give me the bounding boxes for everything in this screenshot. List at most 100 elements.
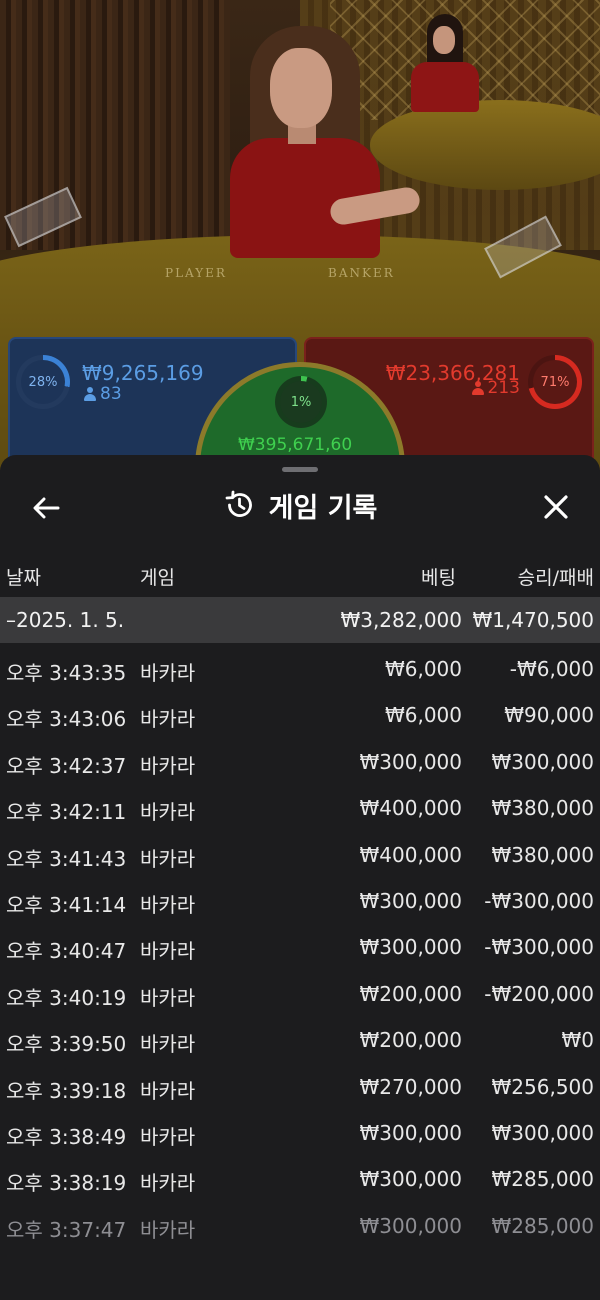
- row-time: 오후 3:43:06: [6, 707, 127, 732]
- column-bet: 베팅: [421, 567, 456, 589]
- column-result: 승리/패배: [517, 567, 594, 589]
- row-result: ₩0: [561, 1028, 595, 1053]
- person-icon: [84, 387, 96, 401]
- player-bettor-count: 83: [84, 384, 122, 404]
- column-date: 날짜: [6, 567, 41, 589]
- history-row[interactable]: 오후 3:41:43 바카라 ₩400,000 ₩380,000: [0, 832, 600, 878]
- row-bet: ₩300,000: [359, 1120, 462, 1145]
- row-time: 오후 3:41:14: [6, 892, 127, 917]
- row-result: ₩380,000: [491, 842, 594, 867]
- row-game: 바카라: [140, 1078, 196, 1103]
- date-group-row[interactable]: –2025. 1. 5. ₩3,282,000 ₩1,470,500: [0, 597, 600, 643]
- row-time: 오후 3:40:19: [6, 985, 127, 1010]
- history-row[interactable]: 오후 3:41:14 바카라 ₩300,000 -₩300,000: [0, 878, 600, 924]
- row-game: 바카라: [140, 985, 196, 1010]
- row-result: ₩285,000: [491, 1213, 594, 1238]
- person-icon: [471, 381, 484, 395]
- banker-count-value: 213: [487, 378, 520, 398]
- row-game: 바카라: [140, 800, 196, 825]
- felt-label-player: PLAYER: [165, 266, 227, 280]
- history-row[interactable]: 오후 3:37:47 바카라 ₩300,000 ₩285,000: [0, 1203, 600, 1249]
- row-bet: ₩400,000: [359, 796, 462, 821]
- history-row[interactable]: 오후 3:42:11 바카라 ₩400,000 ₩380,000: [0, 785, 600, 831]
- row-result: ₩90,000: [504, 703, 594, 728]
- row-time: 오후 3:38:19: [6, 1171, 127, 1196]
- dealer: [200, 18, 430, 258]
- row-result: ₩285,000: [491, 1167, 594, 1192]
- history-row[interactable]: 오후 3:40:47 바카라 ₩300,000 -₩300,000: [0, 924, 600, 970]
- drag-handle[interactable]: [282, 467, 318, 472]
- history-clock-icon: [225, 490, 252, 517]
- row-time: 오후 3:41:43: [6, 846, 127, 871]
- history-row[interactable]: 오후 3:39:50 바카라 ₩200,000 ₩0: [0, 1017, 600, 1063]
- row-game: 바카라: [140, 753, 196, 778]
- history-row[interactable]: 오후 3:39:18 바카라 ₩270,000 ₩256,500: [0, 1064, 600, 1110]
- table-header: 날짜 게임 베팅 승리/패배: [0, 555, 600, 595]
- history-list: 오후 3:43:35 바카라 ₩6,000 -₩6,000 오후 3:43:06 바카라 ₩…: [0, 646, 600, 1249]
- row-game: 바카라: [140, 1217, 196, 1242]
- row-time: 오후 3:42:11: [6, 800, 127, 825]
- close-button[interactable]: [536, 487, 576, 527]
- date-group-bet-total: ₩3,282,000: [340, 608, 462, 632]
- row-game: 바카라: [140, 1171, 196, 1196]
- row-game: 바카라: [140, 1032, 196, 1057]
- sheet-title: 게임 기록: [268, 492, 378, 524]
- row-game: 바카라: [140, 846, 196, 871]
- row-bet: ₩300,000: [359, 935, 462, 960]
- row-bet: ₩400,000: [359, 842, 462, 867]
- row-bet: ₩200,000: [359, 1028, 462, 1053]
- row-bet: ₩6,000: [384, 703, 462, 728]
- row-bet: ₩300,000: [359, 1167, 462, 1192]
- row-bet: ₩200,000: [359, 981, 462, 1006]
- game-history-sheet: 게임 기록 날짜 게임 베팅 승리/패배 –2025. 1. 5. ₩3,282…: [0, 455, 600, 1300]
- row-game: 바카라: [140, 1124, 196, 1149]
- row-game: 바카라: [140, 939, 196, 964]
- close-x-icon: [544, 495, 568, 519]
- history-row[interactable]: 오후 3:42:37 바카라 ₩300,000 ₩300,000: [0, 739, 600, 785]
- row-bet: ₩300,000: [359, 749, 462, 774]
- row-result: ₩380,000: [491, 796, 594, 821]
- row-result: ₩300,000: [491, 749, 594, 774]
- history-row[interactable]: 오후 3:40:19 바카라 ₩200,000 -₩200,000: [0, 971, 600, 1017]
- row-bet: ₩6,000: [384, 657, 462, 681]
- date-group-date: –2025. 1. 5.: [6, 608, 125, 632]
- player-bet-amount: ₩9,265,169: [82, 361, 204, 385]
- row-time: 오후 3:42:37: [6, 753, 127, 778]
- bet-distribution: 28% ₩9,265,169 83 1% ₩395,671,60 ₩23,366…: [0, 335, 600, 502]
- row-result: ₩300,000: [491, 1120, 594, 1145]
- row-game: 바카라: [140, 892, 196, 917]
- player-percent: 28%: [21, 360, 65, 404]
- row-result: ₩256,500: [491, 1074, 594, 1099]
- row-result: -₩300,000: [484, 888, 594, 913]
- player-count-value: 83: [100, 384, 122, 404]
- tie-bet-amount: ₩395,671,60: [238, 435, 353, 455]
- tie-percent-ring: 1%: [275, 376, 327, 428]
- history-row[interactable]: 오후 3:43:06 바카라 ₩6,000 ₩90,000: [0, 692, 600, 738]
- history-row[interactable]: 오후 3:38:19 바카라 ₩300,000 ₩285,000: [0, 1156, 600, 1202]
- row-bet: ₩300,000: [359, 888, 462, 913]
- row-time: 오후 3:39:18: [6, 1078, 127, 1103]
- row-time: 오후 3:37:47: [6, 1217, 127, 1242]
- banker-percent-ring: 71%: [528, 355, 582, 409]
- row-game: 바카라: [140, 661, 196, 685]
- banker-bettor-count: 213: [471, 378, 520, 398]
- row-time: 오후 3:39:50: [6, 1032, 127, 1057]
- row-result: -₩6,000: [509, 657, 594, 681]
- row-bet: ₩270,000: [359, 1074, 462, 1099]
- history-row[interactable]: 오후 3:43:35 바카라 ₩6,000 -₩6,000: [0, 646, 600, 692]
- row-result: -₩200,000: [484, 981, 594, 1006]
- felt-label-banker: BANKER: [328, 266, 395, 280]
- sheet-header: 게임 기록: [0, 485, 600, 525]
- row-time: 오후 3:40:47: [6, 939, 127, 964]
- row-result: -₩300,000: [484, 935, 594, 960]
- row-time: 오후 3:43:35: [6, 661, 127, 685]
- banker-percent: 71%: [533, 360, 577, 404]
- date-group-result-total: ₩1,470,500: [472, 608, 594, 632]
- history-row[interactable]: 오후 3:38:49 바카라 ₩300,000 ₩300,000: [0, 1110, 600, 1156]
- tie-percent: 1%: [280, 381, 322, 423]
- player-percent-ring: 28%: [16, 355, 70, 409]
- row-game: 바카라: [140, 707, 196, 732]
- row-bet: ₩300,000: [359, 1213, 462, 1238]
- row-time: 오후 3:38:49: [6, 1124, 127, 1149]
- column-game: 게임: [140, 567, 175, 589]
